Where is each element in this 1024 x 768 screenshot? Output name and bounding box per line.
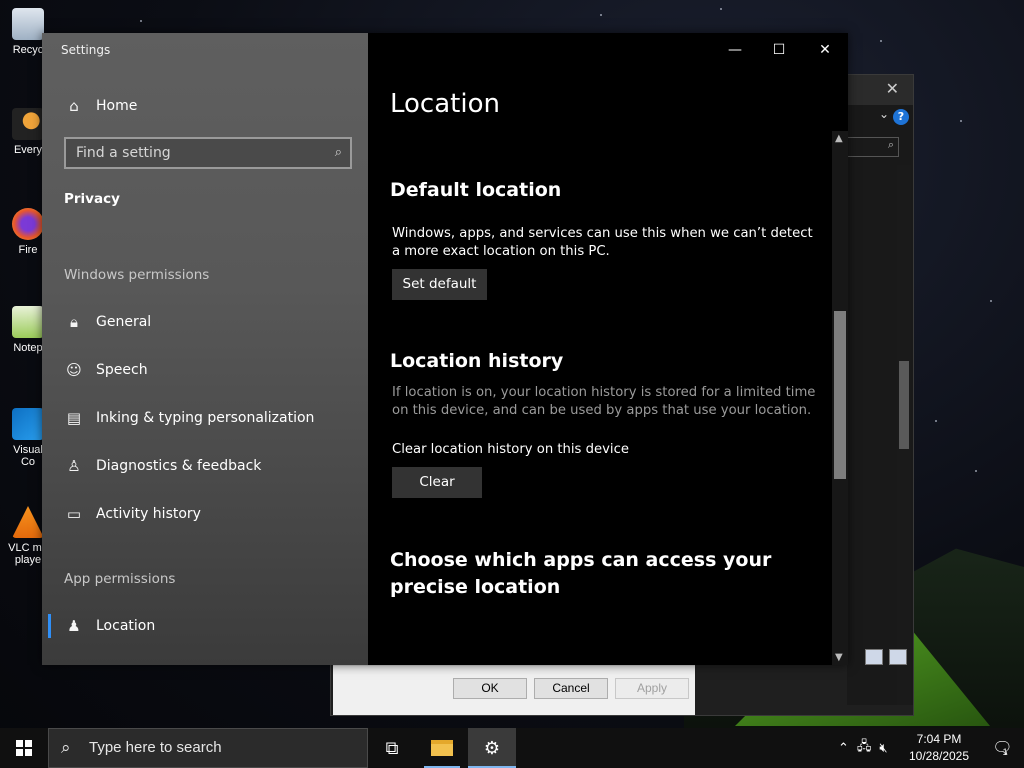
nav-speech-label: Speech (96, 362, 148, 378)
ok-button[interactable]: OK (453, 678, 527, 699)
settings-sidebar: Settings ⌂ Home Find a setting ⌕ Privacy… (42, 33, 368, 665)
search-placeholder: Find a setting (76, 145, 171, 161)
search-icon[interactable]: ⌕ (847, 137, 899, 157)
recycle-bin-icon (12, 8, 44, 40)
apply-button[interactable]: Apply (615, 678, 689, 699)
notification-count: 1 (1002, 747, 1008, 757)
close-button[interactable]: ✕ (802, 39, 848, 61)
location-history-description: If location is on, your location history… (392, 385, 816, 418)
nav-speech[interactable]: ☺ Speech (42, 350, 368, 390)
nav-location[interactable]: ♟ Location (42, 606, 368, 646)
default-location-heading: Default location (390, 179, 562, 201)
taskbar-search-placeholder: Type here to search (89, 739, 222, 756)
nav-general-label: General (96, 314, 152, 330)
scrollbar-thumb[interactable] (899, 361, 909, 449)
notification-center-button[interactable]: 🗨︎ 1 (980, 728, 1020, 768)
nav-activity-history[interactable]: ▭ Activity history (42, 494, 368, 534)
folder-icon (431, 740, 453, 756)
app-permissions-header: App permissions (64, 571, 176, 587)
inking-icon: ▤ (66, 409, 82, 427)
date: 10/28/2025 (908, 749, 970, 763)
clear-history-label: Clear location history on this device (392, 442, 629, 457)
nav-diagnostics[interactable]: ♙ Diagnostics & feedback (42, 446, 368, 486)
settings-content: — ☐ ✕ Location Default location Windows,… (368, 33, 848, 665)
help-icon[interactable]: ? (893, 109, 909, 125)
vlc-icon (12, 506, 44, 538)
system-tray: ⌃ 🖧︎ 🔇︎ (838, 728, 888, 768)
chevron-down-icon[interactable]: ⌄ (879, 107, 889, 121)
nav-home-label: Home (96, 98, 138, 114)
nav-location-label: Location (96, 618, 156, 634)
vscode-icon (12, 408, 44, 440)
precise-location-heading: Choose which apps can access your precis… (390, 549, 772, 598)
notepad-icon (12, 306, 44, 338)
background-scrollbar[interactable] (897, 165, 911, 705)
background-window-titlebar: ✕ (843, 75, 913, 105)
dialog-button-bar: OK Cancel Apply (333, 665, 695, 715)
preview-view-icon[interactable] (889, 649, 907, 665)
settings-window: Settings ⌂ Home Find a setting ⌕ Privacy… (42, 33, 848, 665)
set-default-button[interactable]: Set default (392, 269, 487, 300)
speech-icon: ☺ (66, 361, 82, 379)
close-icon[interactable]: ✕ (886, 79, 899, 98)
nav-inking-typing[interactable]: ▤ Inking & typing personalization (42, 398, 368, 438)
network-icon[interactable]: 🖧︎ (857, 737, 872, 759)
diagnostics-icon: ♙ (67, 457, 81, 475)
clock[interactable]: 7:04 PM 10/28/2025 (904, 731, 974, 765)
time: 7:04 PM (916, 732, 962, 746)
start-button[interactable] (0, 728, 48, 768)
view-toggle-group (865, 649, 909, 667)
content-scrollbar[interactable]: ▲ ▼ (832, 131, 848, 665)
location-history-heading: Location history (390, 350, 564, 372)
lock-icon: 🔒︎ (70, 313, 78, 331)
minimize-button[interactable]: — (712, 39, 758, 61)
settings-taskbar-button[interactable]: ⚙ (468, 728, 516, 768)
location-icon: ♟ (67, 617, 81, 635)
task-view-icon: ⧉ (385, 737, 399, 758)
file-explorer-button[interactable] (418, 728, 466, 768)
nav-general[interactable]: 🔒︎ General (42, 302, 368, 342)
scroll-up-icon[interactable]: ▲ (835, 133, 843, 144)
firefox-icon (12, 208, 44, 240)
window-title: Settings (61, 43, 111, 57)
maximize-button[interactable]: ☐ (756, 39, 802, 61)
default-location-description: Windows, apps, and services can use this… (392, 226, 813, 259)
scrollbar-thumb[interactable] (834, 311, 846, 479)
activity-history-icon: ▭ (66, 505, 82, 523)
nav-activity-label: Activity history (96, 506, 201, 522)
find-setting-input[interactable]: Find a setting ⌕ (64, 137, 352, 169)
nav-inking-label: Inking & typing personalization (96, 410, 315, 426)
taskbar-search-box[interactable]: ⌕ Type here to search (48, 728, 368, 768)
search-icon: ⌕ (61, 738, 71, 757)
page-title: Location (390, 89, 500, 119)
gear-icon: ⚙ (483, 737, 501, 758)
chevron-up-icon[interactable]: ⌃ (838, 740, 849, 756)
windows-permissions-header: Windows permissions (64, 267, 210, 283)
scroll-down-icon[interactable]: ▼ (835, 652, 843, 663)
volume-muted-icon[interactable]: 🔇︎ (879, 740, 887, 756)
clear-button[interactable]: Clear (392, 467, 482, 498)
task-view-button[interactable]: ⧉ (368, 728, 416, 768)
cancel-button[interactable]: Cancel (534, 678, 608, 699)
everything-search-icon (12, 108, 44, 140)
search-icon[interactable]: ⌕ (335, 139, 342, 167)
taskbar: ⌕ Type here to search ⧉ ⚙ ⌃ 🖧︎ 🔇︎ 7:04 P… (0, 728, 1024, 768)
nav-diagnostics-label: Diagnostics & feedback (96, 458, 262, 474)
category-title: Privacy (64, 191, 120, 207)
home-icon: ⌂ (69, 97, 79, 115)
nav-home[interactable]: ⌂ Home (42, 86, 368, 126)
windows-logo-icon (16, 740, 32, 756)
details-view-icon[interactable] (865, 649, 883, 665)
